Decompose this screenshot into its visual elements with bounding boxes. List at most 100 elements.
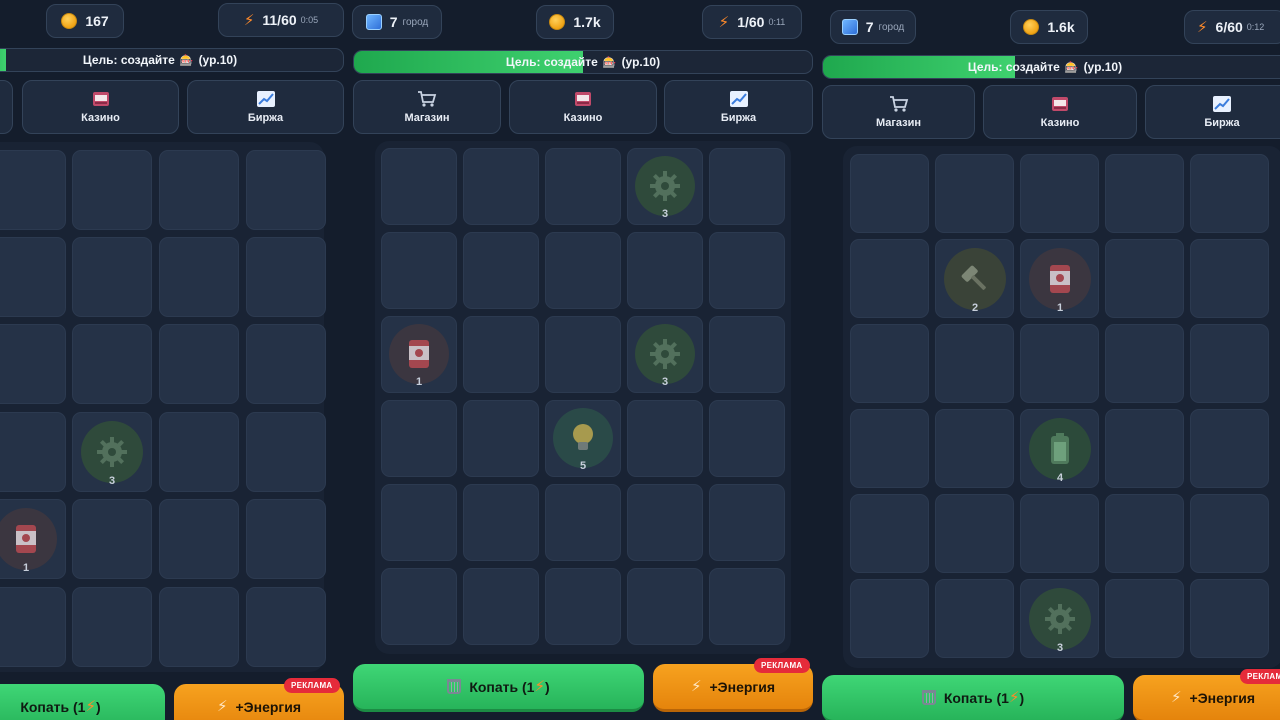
nav-exchange-button[interactable]: Биржа bbox=[664, 80, 813, 134]
grid-cell[interactable] bbox=[463, 568, 539, 645]
grid-cell[interactable] bbox=[935, 154, 1014, 233]
grid-cell[interactable] bbox=[545, 316, 621, 393]
grid-cell[interactable] bbox=[545, 148, 621, 225]
grid-cell[interactable] bbox=[627, 484, 703, 561]
nav-casino-button[interactable]: Казино bbox=[983, 85, 1137, 139]
grid-cell[interactable]: 3 bbox=[1020, 579, 1099, 658]
grid-cell[interactable] bbox=[545, 568, 621, 645]
grid-cell[interactable] bbox=[72, 499, 152, 579]
dig-button[interactable]: Копать (1 ⚡) bbox=[822, 675, 1124, 720]
grid-cell[interactable] bbox=[72, 324, 152, 404]
grid-cell[interactable] bbox=[0, 237, 66, 317]
grid-cell[interactable] bbox=[72, 587, 152, 667]
gear-item[interactable]: 3 bbox=[1029, 588, 1091, 654]
grid-cell[interactable] bbox=[159, 324, 239, 404]
energy-counter[interactable]: ⚡ 6/60 0:12 bbox=[1184, 10, 1280, 44]
grid-cell[interactable] bbox=[1190, 409, 1269, 488]
grid-cell[interactable] bbox=[72, 150, 152, 230]
grid-cell[interactable] bbox=[850, 579, 929, 658]
city-counter[interactable]: 7 город bbox=[830, 10, 916, 44]
grid-cell[interactable] bbox=[935, 579, 1014, 658]
grid-cell[interactable] bbox=[850, 494, 929, 573]
coin-counter[interactable]: 167 bbox=[46, 4, 124, 38]
grid-cell[interactable] bbox=[545, 232, 621, 309]
gear-item[interactable]: 3 bbox=[81, 421, 143, 487]
grid-cell[interactable]: 4 bbox=[1020, 409, 1099, 488]
grid-cell[interactable] bbox=[935, 409, 1014, 488]
grid-cell[interactable]: 1 bbox=[381, 316, 457, 393]
grid-cell[interactable] bbox=[0, 412, 66, 492]
grid-cell[interactable] bbox=[0, 587, 66, 667]
grid-cell[interactable] bbox=[463, 148, 539, 225]
grid-cell[interactable] bbox=[627, 232, 703, 309]
grid-cell[interactable] bbox=[850, 154, 929, 233]
grid-cell[interactable] bbox=[709, 316, 785, 393]
grid-cell[interactable] bbox=[935, 324, 1014, 403]
grid-cell[interactable]: 1 bbox=[0, 499, 66, 579]
grid-cell[interactable] bbox=[850, 239, 929, 318]
grid-cell[interactable] bbox=[159, 237, 239, 317]
coin-counter[interactable]: 1.7k bbox=[536, 5, 614, 39]
grid-cell[interactable] bbox=[709, 484, 785, 561]
grid-cell[interactable] bbox=[0, 324, 66, 404]
grid-cell[interactable] bbox=[381, 484, 457, 561]
grid-cell[interactable] bbox=[935, 494, 1014, 573]
grid-cell[interactable] bbox=[1105, 239, 1184, 318]
grid-cell[interactable] bbox=[1105, 324, 1184, 403]
grid-cell[interactable] bbox=[463, 484, 539, 561]
grid-cell[interactable]: 5 bbox=[545, 400, 621, 477]
battery-item[interactable]: 4 bbox=[1029, 418, 1091, 484]
grid-cell[interactable] bbox=[0, 150, 66, 230]
grid-cell[interactable] bbox=[1105, 154, 1184, 233]
grid-cell[interactable] bbox=[1105, 409, 1184, 488]
nav-casino-button[interactable]: Казино bbox=[22, 80, 179, 134]
grid-cell[interactable] bbox=[463, 232, 539, 309]
energy-counter[interactable]: ⚡ 1/60 0:11 bbox=[702, 5, 802, 39]
grid-cell[interactable] bbox=[246, 324, 326, 404]
grid-cell[interactable] bbox=[709, 400, 785, 477]
nav-button-partial[interactable] bbox=[0, 80, 13, 134]
grid-cell[interactable] bbox=[159, 150, 239, 230]
grid-cell[interactable]: 1 bbox=[1020, 239, 1099, 318]
grid-cell[interactable] bbox=[159, 499, 239, 579]
grid-cell[interactable]: 3 bbox=[627, 316, 703, 393]
dig-button[interactable]: Копать (1 ⚡) bbox=[0, 684, 165, 720]
grid-cell[interactable] bbox=[1190, 154, 1269, 233]
hammer-item[interactable]: 2 bbox=[944, 248, 1006, 314]
grid-cell[interactable] bbox=[246, 587, 326, 667]
grid-cell[interactable] bbox=[159, 587, 239, 667]
grid-cell[interactable] bbox=[381, 568, 457, 645]
can-item[interactable]: 1 bbox=[389, 324, 449, 388]
nav-casino-button[interactable]: Казино bbox=[509, 80, 657, 134]
grid-cell[interactable] bbox=[1190, 494, 1269, 573]
grid-cell[interactable] bbox=[246, 237, 326, 317]
grid-cell[interactable] bbox=[709, 568, 785, 645]
coin-counter[interactable]: 1.6k bbox=[1010, 10, 1088, 44]
grid-cell[interactable] bbox=[246, 499, 326, 579]
grid-cell[interactable] bbox=[850, 409, 929, 488]
grid-cell[interactable] bbox=[545, 484, 621, 561]
grid-cell[interactable] bbox=[381, 148, 457, 225]
can-item[interactable]: 1 bbox=[1029, 248, 1091, 314]
grid-cell[interactable] bbox=[246, 412, 326, 492]
gear-item[interactable]: 3 bbox=[635, 156, 695, 220]
grid-cell[interactable] bbox=[159, 412, 239, 492]
grid-cell[interactable] bbox=[246, 150, 326, 230]
grid-cell[interactable] bbox=[627, 400, 703, 477]
grid-cell[interactable]: 2 bbox=[935, 239, 1014, 318]
energy-counter[interactable]: ⚡ 11/60 0:05 bbox=[218, 3, 344, 37]
grid-cell[interactable] bbox=[709, 148, 785, 225]
grid-cell[interactable] bbox=[1020, 494, 1099, 573]
bulb-item[interactable]: 5 bbox=[553, 408, 613, 472]
city-counter[interactable]: 7 город bbox=[352, 5, 442, 39]
grid-cell[interactable] bbox=[627, 568, 703, 645]
gear-item[interactable]: 3 bbox=[635, 324, 695, 388]
nav-shop-button[interactable]: Магазин bbox=[822, 85, 975, 139]
grid-cell[interactable]: 3 bbox=[627, 148, 703, 225]
nav-exchange-button[interactable]: Биржа bbox=[1145, 85, 1280, 139]
nav-exchange-button[interactable]: Биржа bbox=[187, 80, 344, 134]
grid-cell[interactable] bbox=[1190, 324, 1269, 403]
nav-shop-button[interactable]: Магазин bbox=[353, 80, 501, 134]
grid-cell[interactable] bbox=[1105, 579, 1184, 658]
grid-cell[interactable]: 3 bbox=[72, 412, 152, 492]
